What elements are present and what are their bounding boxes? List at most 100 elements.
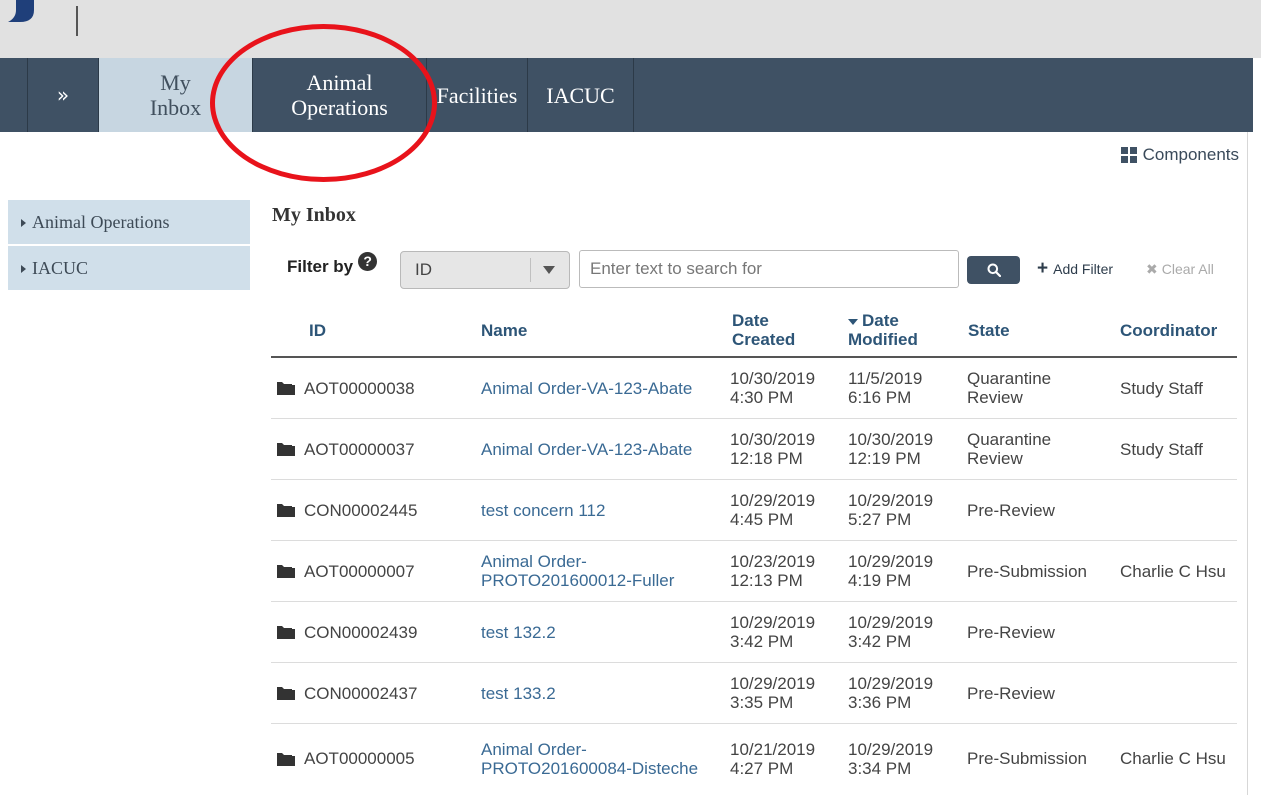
column-header-coordinator[interactable]: Coordinator bbox=[1120, 302, 1217, 358]
cell-date-modified: 10/29/2019 4:19 PM bbox=[848, 541, 948, 601]
folder-icon bbox=[277, 565, 295, 578]
created-date: 10/21/2019 bbox=[730, 739, 816, 759]
record-id: AOT00000037 bbox=[304, 439, 415, 459]
record-name: test 132.2 bbox=[481, 622, 556, 642]
record-name-link[interactable]: Animal Order-VA-123-Abate bbox=[481, 358, 731, 418]
record-state: Pre-Submission bbox=[967, 749, 1087, 768]
record-name: Animal Order-PROTO201600012-Fuller bbox=[481, 552, 675, 590]
cell-date-created: 10/29/2019 3:35 PM bbox=[730, 663, 830, 723]
record-name: Animal Order-VA-123-Abate bbox=[481, 378, 693, 398]
select-separator bbox=[530, 258, 531, 282]
clear-all-button[interactable]: ✖ Clear All bbox=[1146, 261, 1214, 278]
record-name-link[interactable]: Animal Order-VA-123-Abate bbox=[481, 419, 731, 479]
cell-id: AOT00000037 bbox=[276, 419, 415, 479]
cell-date-modified: 10/29/2019 3:42 PM bbox=[848, 602, 948, 662]
plus-icon: + bbox=[1037, 258, 1049, 279]
header-divider bbox=[76, 6, 78, 36]
sort-descending-icon bbox=[848, 318, 858, 325]
record-state: Quarantine Review bbox=[967, 430, 1052, 468]
sidebar-item-label: IACUC bbox=[32, 257, 89, 278]
modified-date: 10/30/2019 bbox=[848, 430, 934, 449]
tab-my-inbox[interactable]: My Inbox bbox=[99, 58, 253, 132]
created-date: 10/30/2019 bbox=[730, 430, 816, 449]
column-header-state[interactable]: State bbox=[968, 302, 1010, 358]
modified-date: 11/5/2019 bbox=[848, 369, 923, 388]
column-header-date-modified[interactable]: Date Modified bbox=[848, 302, 918, 358]
tab-iacuc-label: IACUC bbox=[546, 82, 615, 108]
table-row: CON00002439 test 132.2 10/29/2019 3:42 PM 10… bbox=[271, 602, 1237, 663]
created-date: 10/29/2019 bbox=[730, 674, 816, 693]
record-name-link[interactable]: Animal Order-PROTO201600084-Disteche bbox=[481, 724, 731, 793]
cell-date-created: 10/23/2019 12:13 PM bbox=[730, 541, 830, 601]
created-time: 12:13 PM bbox=[730, 571, 803, 590]
logo-icon bbox=[8, 0, 34, 22]
cell-date-modified: 10/30/2019 12:19 PM bbox=[848, 419, 948, 479]
column-header-name[interactable]: Name bbox=[481, 302, 527, 358]
record-coordinator: Study Staff bbox=[1120, 439, 1203, 459]
tab-animal-operations-line2: Operations bbox=[291, 95, 388, 120]
inbox-table: ID Name Date Created Date Modified State… bbox=[271, 302, 1237, 793]
filter-field-value: ID bbox=[415, 260, 432, 279]
cell-coordinator bbox=[1120, 663, 1240, 723]
main-nav: » My Inbox Animal Operations Facilities … bbox=[0, 58, 1253, 132]
created-date: 10/30/2019 bbox=[730, 369, 816, 388]
record-id: CON00002445 bbox=[304, 500, 418, 520]
modified-time: 4:19 PM bbox=[848, 571, 912, 590]
record-name-link[interactable]: test 133.2 bbox=[481, 663, 731, 723]
modified-time: 3:36 PM bbox=[848, 693, 912, 712]
created-time: 4:30 PM bbox=[730, 388, 794, 407]
sidebar: Animal Operations IACUC bbox=[8, 200, 250, 292]
modified-time: 5:27 PM bbox=[848, 510, 912, 529]
components-label: Components bbox=[1142, 145, 1239, 164]
modified-time: 3:34 PM bbox=[848, 758, 912, 778]
add-filter-button[interactable]: + Add Filter bbox=[1037, 258, 1113, 279]
search-button[interactable] bbox=[967, 256, 1020, 284]
cell-state: Pre-Submission bbox=[967, 541, 1107, 601]
search-input[interactable] bbox=[579, 250, 959, 288]
tab-animal-operations-line1: Animal bbox=[306, 70, 373, 95]
sidebar-item-animal-operations[interactable]: Animal Operations bbox=[8, 200, 250, 246]
tab-my-inbox-line2: Inbox bbox=[149, 95, 202, 120]
sidebar-item-iacuc[interactable]: IACUC bbox=[8, 246, 250, 292]
cell-date-modified: 10/29/2019 5:27 PM bbox=[848, 480, 948, 540]
record-name-link[interactable]: test concern 112 bbox=[481, 480, 731, 540]
created-time: 12:18 PM bbox=[730, 449, 803, 468]
cell-coordinator bbox=[1120, 602, 1240, 662]
modified-date: 10/29/2019 bbox=[848, 674, 934, 693]
modified-date: 10/29/2019 bbox=[848, 613, 934, 632]
close-icon: ✖ bbox=[1146, 261, 1158, 277]
column-header-label: Date bbox=[862, 311, 899, 330]
help-icon[interactable]: ? bbox=[358, 251, 378, 271]
created-time: 3:35 PM bbox=[730, 693, 794, 712]
filter-by-label: Filter by ? bbox=[287, 251, 378, 277]
nav-collapse-button[interactable]: » bbox=[27, 58, 99, 132]
created-time: 3:42 PM bbox=[730, 632, 794, 651]
cell-state: Quarantine Review bbox=[967, 358, 1107, 418]
record-state: Pre-Review bbox=[967, 500, 1055, 520]
folder-icon bbox=[277, 752, 295, 766]
cell-date-modified: 10/29/2019 3:34 PM bbox=[848, 724, 948, 793]
modified-date: 10/29/2019 bbox=[848, 491, 934, 510]
record-name-link[interactable]: Animal Order-PROTO201600012-Fuller bbox=[481, 541, 731, 601]
column-header-label: Coordinator bbox=[1120, 320, 1218, 340]
tab-iacuc[interactable]: IACUC bbox=[528, 58, 634, 132]
tab-facilities-label: Facilities bbox=[436, 82, 518, 108]
tab-animal-operations[interactable]: Animal Operations bbox=[253, 58, 427, 132]
created-time: 4:27 PM bbox=[730, 758, 794, 778]
table-header: ID Name Date Created Date Modified State… bbox=[271, 302, 1237, 358]
cell-id: CON00002439 bbox=[276, 602, 417, 662]
cell-state: Pre-Review bbox=[967, 663, 1107, 723]
record-state: Pre-Review bbox=[967, 622, 1055, 642]
caret-right-icon bbox=[21, 219, 26, 227]
record-name-link[interactable]: test 132.2 bbox=[481, 602, 731, 662]
tab-facilities[interactable]: Facilities bbox=[427, 58, 528, 132]
column-header-date-created[interactable]: Date Created bbox=[732, 302, 795, 358]
cell-id: CON00002437 bbox=[276, 663, 417, 723]
components-button[interactable]: Components bbox=[1120, 145, 1239, 165]
table-body: AOT00000038 Animal Order-VA-123-Abate 10/3… bbox=[271, 358, 1237, 793]
cell-id: AOT00000007 bbox=[276, 541, 415, 601]
table-row: AOT00000038 Animal Order-VA-123-Abate 10/3… bbox=[271, 358, 1237, 419]
filter-field-select[interactable]: ID bbox=[400, 251, 570, 289]
table-row: AOT00000037 Animal Order-VA-123-Abate 10/3… bbox=[271, 419, 1237, 480]
column-header-id[interactable]: ID bbox=[309, 302, 326, 358]
